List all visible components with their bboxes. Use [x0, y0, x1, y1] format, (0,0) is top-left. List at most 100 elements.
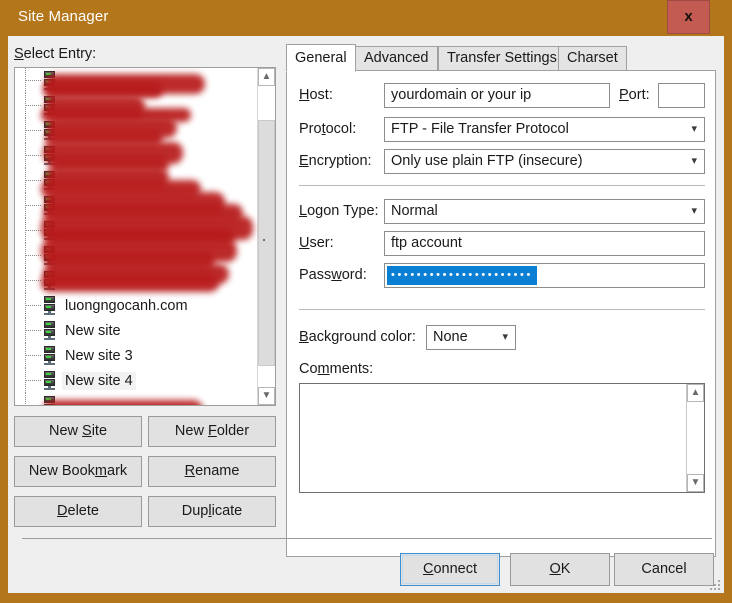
tree-item[interactable] [15, 193, 258, 218]
resize-grip-icon[interactable] [707, 577, 720, 590]
server-icon [43, 271, 56, 290]
tree-item-label [62, 130, 68, 132]
password-masked-value: •••••••••••••••••••••• [387, 266, 537, 285]
server-icon [43, 396, 56, 405]
comments-label: Comments: [299, 361, 374, 377]
server-icon [43, 296, 56, 315]
tree-branch-line [25, 155, 41, 156]
title-bar: Site Manager x [0, 0, 732, 36]
rename-button-label: Rename [184, 463, 240, 479]
port-input[interactable] [658, 83, 705, 108]
ok-button[interactable]: OK [510, 553, 610, 586]
port-label: Port: [619, 87, 650, 103]
background-color-select[interactable]: None ▾ [426, 325, 516, 350]
settings-tabstrip: General Advanced Transfer Settings Chars… [286, 44, 716, 72]
server-icon [43, 196, 56, 215]
chevron-down-icon: ▾ [691, 123, 697, 135]
tab-advanced[interactable]: Advanced [355, 46, 438, 71]
tree-item[interactable] [15, 268, 258, 293]
tree-item[interactable] [15, 218, 258, 243]
delete-button[interactable]: Delete [14, 496, 142, 527]
encryption-select[interactable]: Only use plain FTP (insecure) ▾ [384, 149, 705, 174]
scrollbar-track[interactable] [687, 402, 704, 474]
site-tree-rows: luongngocanh.com New site New site 3 New si… [15, 68, 258, 405]
site-tree-scrollbar[interactable]: ▲ ▼ [257, 68, 275, 405]
connect-button[interactable]: Connect [400, 553, 500, 586]
user-input[interactable]: ftp account [384, 231, 705, 256]
tree-branch-line [25, 355, 41, 356]
scroll-down-icon[interactable]: ▼ [687, 474, 704, 492]
tab-transfer-settings[interactable]: Transfer Settings [438, 46, 566, 71]
tree-item[interactable] [15, 168, 258, 193]
new-bookmark-button-label: New Bookmark [28, 463, 128, 479]
chevron-down-icon: ▾ [502, 331, 508, 343]
scroll-down-icon[interactable]: ▼ [258, 387, 275, 405]
comments-scrollbar[interactable]: ▲ ▼ [686, 384, 704, 492]
tree-item[interactable] [15, 118, 258, 143]
server-icon [43, 171, 56, 190]
comments-value [300, 384, 704, 392]
cancel-button[interactable]: Cancel [614, 553, 714, 586]
tree-item-label [62, 405, 68, 406]
close-icon[interactable]: x [667, 0, 710, 34]
new-site-button[interactable]: New Site [14, 416, 142, 447]
logon-type-select[interactable]: Normal ▾ [384, 199, 705, 224]
new-folder-button[interactable]: New Folder [148, 416, 276, 447]
server-icon [43, 121, 56, 140]
host-input[interactable]: yourdomain or your ip [384, 83, 610, 108]
user-label: User: [299, 235, 334, 251]
scroll-up-icon[interactable]: ▲ [687, 384, 704, 402]
server-icon [43, 221, 56, 240]
tree-branch-line [25, 230, 41, 231]
server-icon [43, 321, 56, 340]
rename-button[interactable]: Rename [148, 456, 276, 487]
tree-item[interactable] [15, 243, 258, 268]
tree-branch-line [25, 280, 41, 281]
tree-item-label: New site [65, 322, 121, 339]
tree-item[interactable]: New site 3 [15, 343, 258, 368]
divider-2 [299, 309, 705, 310]
tree-item-label: luongngocanh.com [65, 297, 188, 314]
logon-type-label: Logon Type: [299, 203, 379, 219]
tree-item[interactable] [15, 93, 258, 118]
new-bookmark-button[interactable]: New Bookmark [14, 456, 142, 487]
protocol-select-value: FTP - File Transfer Protocol [391, 121, 569, 137]
tree-item-label [62, 255, 68, 257]
tree-item[interactable]: New site 4 [15, 368, 258, 393]
tree-branch-line [25, 205, 41, 206]
tree-item[interactable] [15, 68, 258, 93]
divider-1 [299, 185, 705, 186]
tree-item-label [62, 280, 68, 282]
tree-item[interactable] [15, 143, 258, 168]
server-icon [43, 71, 56, 90]
chevron-down-icon: ▾ [691, 155, 697, 167]
tree-item[interactable] [15, 393, 258, 405]
scroll-up-icon[interactable]: ▲ [258, 68, 275, 86]
encryption-label: Encryption: [299, 153, 372, 169]
tree-item[interactable]: New site [15, 318, 258, 343]
tree-branch-line [25, 305, 41, 306]
duplicate-button-label: Duplicate [181, 503, 243, 519]
tree-item[interactable]: luongngocanh.com [15, 293, 258, 318]
site-tree[interactable]: luongngocanh.com New site New site 3 New si… [14, 67, 276, 406]
scrollbar-grip-icon [263, 239, 272, 247]
new-folder-button-label: New Folder [174, 423, 250, 439]
tree-item-label [62, 105, 68, 107]
duplicate-button[interactable]: Duplicate [148, 496, 276, 527]
delete-button-label: Delete [57, 503, 99, 519]
tree-branch-line [25, 130, 41, 131]
host-label: Host: [299, 87, 333, 103]
comments-textarea[interactable]: ▲ ▼ [299, 383, 705, 493]
background-color-value: None [433, 329, 468, 345]
tree-item-label [62, 180, 68, 182]
tree-item-label [62, 205, 68, 207]
new-site-button-label: New Site [48, 423, 108, 439]
window-title: Site Manager [18, 8, 109, 25]
server-icon [43, 96, 56, 115]
protocol-select[interactable]: FTP - File Transfer Protocol ▾ [384, 117, 705, 142]
server-icon [43, 346, 56, 365]
password-input[interactable]: •••••••••••••••••••••• [384, 263, 705, 288]
tab-general[interactable]: General [286, 44, 356, 72]
tab-charset[interactable]: Charset [558, 46, 627, 71]
scrollbar-thumb[interactable] [258, 120, 275, 366]
